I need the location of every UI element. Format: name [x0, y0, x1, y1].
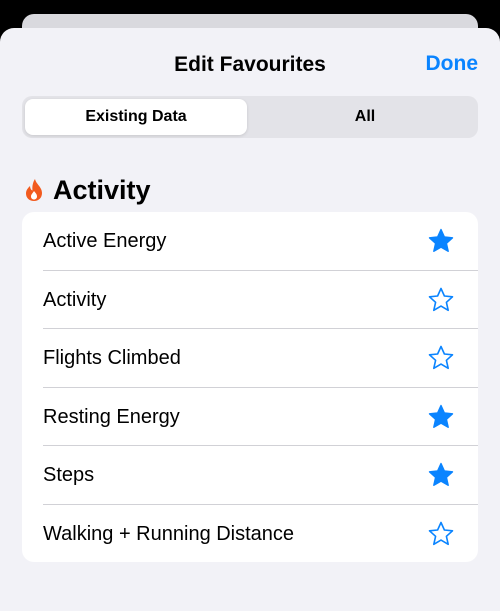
section-header-activity: Activity	[24, 170, 151, 210]
list-item-label: Flights Climbed	[43, 347, 181, 369]
list-item-walking-running-distance[interactable]: Walking + Running Distance	[22, 505, 478, 563]
list-item-activity[interactable]: Activity	[22, 271, 478, 329]
list-item-label: Activity	[43, 288, 107, 311]
segment-all[interactable]: All	[254, 99, 476, 135]
list-item-label: Active Energy	[43, 230, 167, 252]
list-item-flights-climbed[interactable]: Flights Climbed	[22, 329, 478, 388]
star-outline-icon[interactable]	[428, 287, 454, 313]
segment-existing-data[interactable]: Existing Data	[25, 99, 247, 135]
star-filled-icon[interactable]	[428, 404, 454, 430]
star-filled-icon[interactable]	[428, 462, 454, 488]
list-item-active-energy[interactable]: Active Energy	[22, 212, 478, 271]
star-outline-icon[interactable]	[428, 345, 454, 371]
list-item-steps[interactable]: Steps	[22, 446, 478, 505]
star-outline-icon[interactable]	[428, 521, 454, 547]
section-title: Activity	[53, 174, 151, 205]
segmented-control: Existing Data All	[22, 96, 478, 138]
list-item-label: Resting Energy	[43, 405, 180, 428]
list-item-label: Walking + Running Distance	[43, 522, 295, 545]
list-item-label: Steps	[43, 464, 95, 486]
favourites-list: Active Energy Activity Flights Climbed R…	[22, 212, 478, 562]
done-button[interactable]: Done	[426, 52, 479, 76]
flame-icon	[26, 179, 42, 201]
list-item-resting-energy[interactable]: Resting Energy	[22, 388, 478, 446]
star-filled-icon[interactable]	[428, 228, 454, 254]
